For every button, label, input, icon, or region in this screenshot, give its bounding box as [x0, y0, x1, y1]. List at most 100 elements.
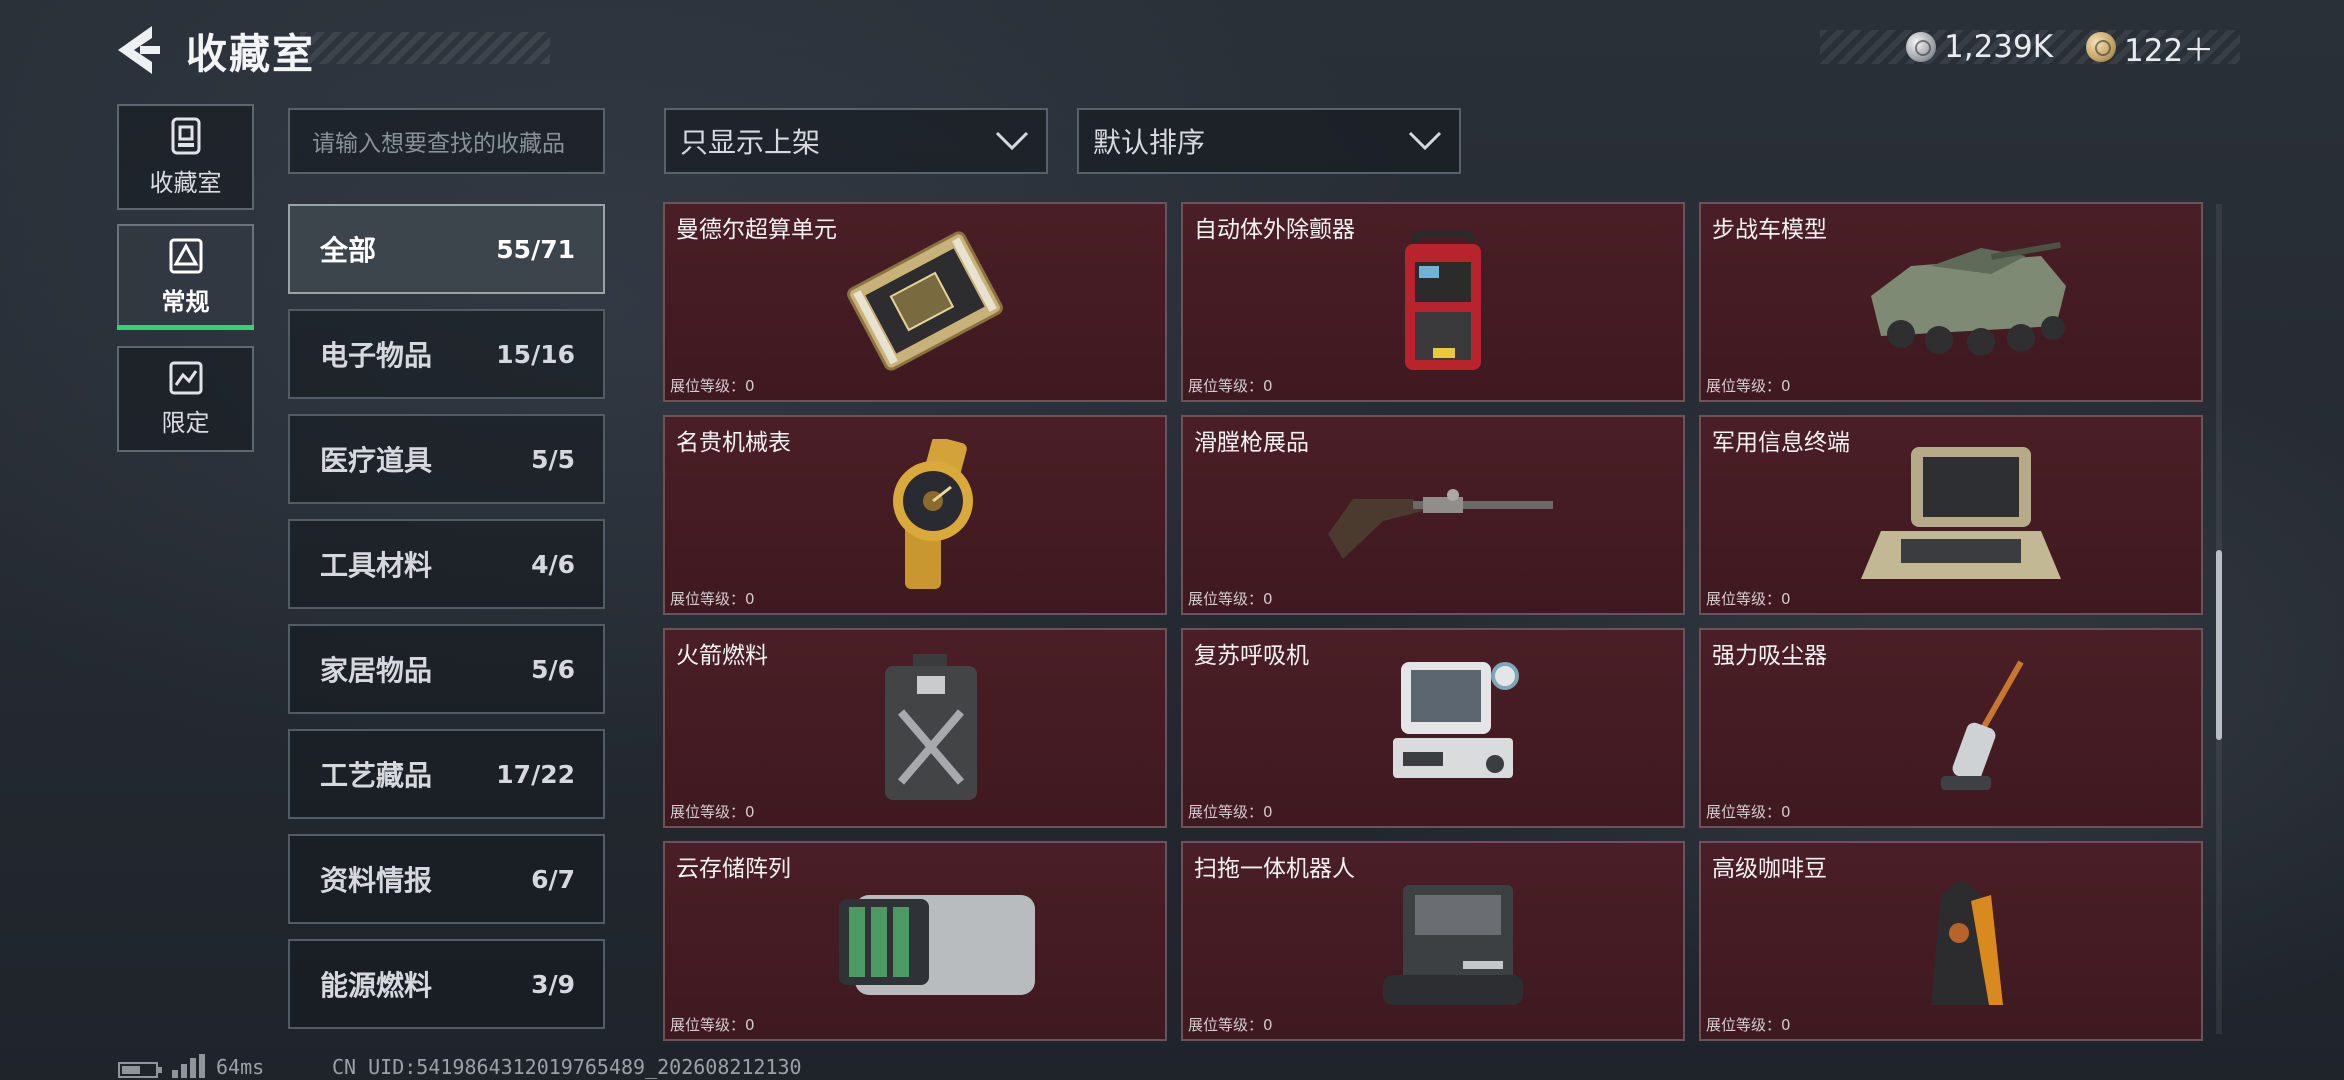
side-nav-label: 收藏室 [149, 168, 222, 197]
shelf-filter-dropdown[interactable]: 只显示上架 [664, 108, 1048, 174]
header-bar: 收藏室 1,239K 122＋ [0, 0, 2344, 100]
category-name: 医疗道具 [320, 444, 433, 477]
item-card[interactable]: 高级咖啡豆 展位等级：0 [1699, 841, 2203, 1041]
category-medical[interactable]: 医疗道具 5/5 [288, 414, 605, 504]
category-count: 5/6 [531, 654, 575, 684]
collection-room-icon [171, 117, 200, 154]
ventilator-icon [1393, 662, 1519, 778]
category-count: 55/71 [496, 234, 575, 264]
rocket-fuel-can-icon [885, 654, 977, 800]
signal-icon [172, 1054, 206, 1078]
side-nav-label: 常规 [161, 287, 210, 316]
item-card[interactable]: 曼德尔超算单元 展位等级：0 [663, 202, 1167, 402]
category-count: 15/16 [496, 339, 575, 369]
item-card[interactable]: 强力吸尘器 展位等级：0 [1699, 628, 2203, 828]
item-name: 复苏呼吸机 [1194, 643, 1309, 669]
category-all[interactable]: 全部 55/71 [288, 204, 605, 294]
musket-icon [1328, 489, 1553, 559]
category-name: 资料情报 [320, 864, 433, 897]
silver-currency-amount: 1,239K [1944, 29, 2054, 65]
side-nav-limited[interactable]: 限定 [117, 346, 254, 452]
category-name: 全部 [320, 234, 377, 267]
category-energy[interactable]: 能源燃料 3/9 [288, 939, 605, 1029]
armored-vehicle-model-icon [1871, 241, 2066, 356]
chevron-down-icon [995, 131, 1029, 151]
category-household[interactable]: 家居物品 5/6 [288, 624, 605, 714]
gold-currency-amount: 122＋ [2124, 32, 2215, 69]
category-name: 家居物品 [320, 654, 433, 687]
item-name: 强力吸尘器 [1712, 643, 1827, 669]
dropdown-label: 只显示上架 [680, 126, 821, 159]
item-name: 军用信息终端 [1712, 430, 1850, 456]
category-electronics[interactable]: 电子物品 15/16 [288, 309, 605, 399]
item-card[interactable]: 滑膛枪展品 展位等级：0 [1181, 415, 1685, 615]
item-level: 展位等级：0 [1706, 803, 1791, 821]
back-button[interactable] [112, 22, 162, 78]
chevron-down-icon [1408, 131, 1442, 151]
item-level: 展位等级：0 [1706, 377, 1791, 395]
silver-coin-icon [1906, 32, 1936, 62]
battery-icon [118, 1062, 162, 1078]
item-level: 展位等级：0 [1188, 1016, 1273, 1034]
item-level: 展位等级：0 [670, 590, 755, 608]
military-terminal-icon [1861, 447, 2061, 579]
category-crafts[interactable]: 工艺藏品 17/22 [288, 729, 605, 819]
search-input[interactable]: 请输入想要查找的收藏品 [288, 108, 605, 174]
dropdown-label: 默认排序 [1093, 126, 1206, 159]
item-card[interactable]: 复苏呼吸机 展位等级：0 [1181, 628, 1685, 828]
silver-currency[interactable]: 1,239K [1906, 27, 2053, 67]
title-decoration [300, 32, 550, 64]
item-level: 展位等级：0 [1188, 803, 1273, 821]
item-card[interactable]: 军用信息终端 展位等级：0 [1699, 415, 2203, 615]
item-level: 展位等级：0 [670, 377, 755, 395]
defibrillator-icon [1405, 231, 1481, 370]
category-name: 工具材料 [320, 549, 433, 582]
coffee-beans-bag-icon [1931, 879, 2003, 1005]
mechanical-watch-icon [893, 439, 973, 589]
category-name: 工艺藏品 [320, 759, 433, 792]
item-card[interactable]: 自动体外除颤器 展位等级：0 [1181, 202, 1685, 402]
side-nav-regular[interactable]: 常规 [117, 224, 254, 330]
item-card[interactable]: 名贵机械表 展位等级：0 [663, 415, 1167, 615]
item-level: 展位等级：0 [670, 803, 755, 821]
item-card[interactable]: 火箭燃料 展位等级：0 [663, 628, 1167, 828]
scrollbar-thumb[interactable] [2216, 550, 2222, 740]
category-count: 3/9 [531, 969, 575, 999]
category-tools[interactable]: 工具材料 4/6 [288, 519, 605, 609]
item-name: 步战车模型 [1712, 217, 1827, 243]
item-name: 名贵机械表 [676, 430, 791, 456]
item-level: 展位等级：0 [1188, 590, 1273, 608]
item-name: 高级咖啡豆 [1712, 856, 1827, 882]
item-level: 展位等级：0 [1188, 377, 1273, 395]
mop-robot-icon [1383, 885, 1523, 1005]
side-nav-collection-room[interactable]: 收藏室 [117, 104, 254, 210]
limited-collection-icon [169, 361, 202, 394]
vacuum-cleaner-icon [1941, 660, 2024, 790]
regular-collection-icon [169, 238, 202, 273]
page-title: 收藏室 [186, 30, 315, 78]
gold-coin-icon [2086, 32, 2116, 62]
category-name: 能源燃料 [320, 969, 433, 1002]
item-card[interactable]: 扫拖一体机器人 展位等级：0 [1181, 841, 1685, 1041]
category-intel[interactable]: 资料情报 6/7 [288, 834, 605, 924]
item-card[interactable]: 云存储阵列 展位等级：0 [663, 841, 1167, 1041]
item-level: 展位等级：0 [1706, 1016, 1791, 1034]
user-uid: CN UID:5419864312019765489_202608212130 [332, 1055, 802, 1079]
item-level: 展位等级：0 [1706, 590, 1791, 608]
back-arrow-icon [118, 26, 160, 74]
item-name: 火箭燃料 [676, 643, 768, 669]
item-level: 展位等级：0 [670, 1016, 755, 1034]
item-card[interactable]: 步战车模型 展位等级：0 [1699, 202, 2203, 402]
item-name: 云存储阵列 [676, 856, 791, 882]
category-count: 4/6 [531, 549, 575, 579]
category-count: 17/22 [496, 759, 575, 789]
supercomputer-board-icon [847, 231, 1003, 371]
sort-dropdown[interactable]: 默认排序 [1077, 108, 1461, 174]
gold-currency[interactable]: 122＋ [2086, 27, 2215, 69]
category-name: 电子物品 [320, 339, 433, 372]
storage-array-icon [839, 895, 1035, 995]
ping-readout: 64ms [216, 1055, 265, 1079]
side-nav-label: 限定 [161, 408, 210, 437]
category-count: 5/5 [531, 444, 575, 474]
category-count: 6/7 [531, 864, 575, 894]
